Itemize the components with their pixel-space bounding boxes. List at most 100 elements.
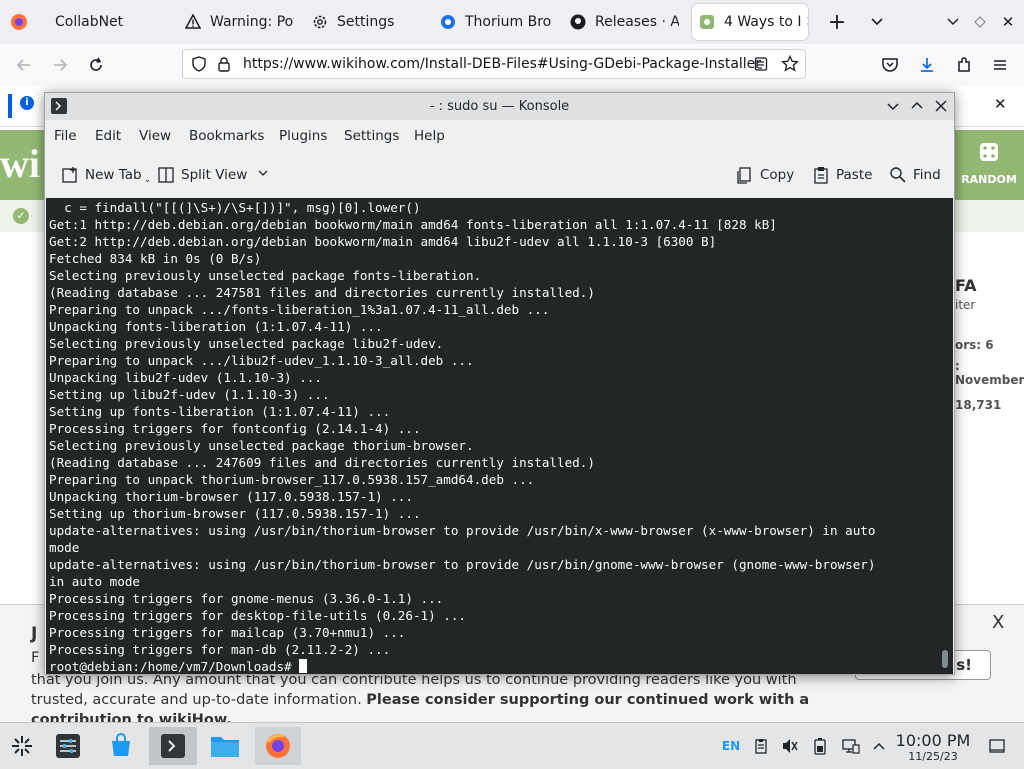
terminal-line: Processing triggers for fontconfig (2.14… <box>49 421 421 436</box>
downloads-icon[interactable] <box>913 51 941 79</box>
find-button[interactable]: Find <box>889 164 941 186</box>
menu-edit[interactable]: Edit <box>95 128 121 144</box>
tab-label: Settings <box>337 14 395 30</box>
file-manager-icon[interactable] <box>203 727 247 765</box>
clock[interactable]: 10:00 PM 11/25/23 <box>890 732 976 764</box>
terminal-line: Setting up libu2f-udev (1.1.10-3) ... <box>49 387 330 402</box>
menu-settings[interactable]: Settings <box>344 128 399 144</box>
maximize-icon[interactable] <box>909 98 925 118</box>
wikihow-logo[interactable]: wi <box>0 140 40 187</box>
terminal-line: update-alternatives: using /usr/bin/thor… <box>49 557 876 572</box>
shield-icon[interactable] <box>191 56 207 76</box>
copy-button[interactable]: Copy <box>736 164 794 186</box>
maximize-window-icon[interactable] <box>966 8 994 36</box>
split-view-icon <box>157 166 175 184</box>
menu-help[interactable]: Help <box>414 128 445 144</box>
tab-label: Thorium Brow <box>465 14 551 30</box>
check-icon: ✓ <box>13 208 29 224</box>
url-text: https://www.wikihow.com/Install-DEB-File… <box>243 56 762 72</box>
close-icon[interactable] <box>933 98 949 118</box>
volume-muted-icon[interactable] <box>779 731 801 761</box>
clipboard-icon[interactable] <box>750 731 772 761</box>
search-icon <box>889 166 907 184</box>
terminal-line: Processing triggers for mailcap (3.70+nm… <box>49 625 406 640</box>
donation-close-button[interactable]: X <box>992 612 1004 633</box>
tab-thorium[interactable]: Thorium Brow <box>439 0 551 44</box>
new-tab-label: New Tab <box>85 167 142 183</box>
konsole-menubar: File Edit View Bookmarks Plugins Setting… <box>45 120 954 152</box>
taskbar: EN 10:00 PM 11/25/23 <box>0 722 1024 769</box>
chevron-down-icon <box>257 167 269 183</box>
minimize-window-icon[interactable] <box>939 8 967 36</box>
gear-icon <box>311 13 329 31</box>
konsole-task[interactable] <box>149 727 197 765</box>
network-icon[interactable] <box>839 731 863 761</box>
battery-icon[interactable] <box>809 731 831 761</box>
copy-icon <box>736 166 754 184</box>
tab-wikihow[interactable]: 4 Ways to I ✕ <box>692 4 808 40</box>
terminal-line: Fetched 834 kB in 0s (0 B/s) <box>49 251 262 266</box>
random-link[interactable]: RANDOM <box>958 136 1020 196</box>
terminal-line: Setting up thorium-browser (117.0.5938.1… <box>49 506 421 521</box>
terminal-output: c = findall("[[(]\S+)/\S+[])]", msg)[0].… <box>49 199 875 674</box>
app-launcher-icon[interactable] <box>0 727 44 765</box>
terminal-line: Processing triggers for desktop-file-uti… <box>49 608 467 623</box>
tab-collabnet[interactable]: CollabNet <box>55 0 165 44</box>
tab-releases[interactable]: Releases · Ale <box>569 0 679 44</box>
reader-view-icon[interactable] <box>753 56 769 76</box>
terminal-line: Selecting previously unselected package … <box>49 336 444 351</box>
menu-icon[interactable] <box>986 51 1014 79</box>
new-tab-button[interactable]: New Tab ⌄ <box>61 164 151 186</box>
close-tab-icon[interactable]: ✕ <box>806 14 808 30</box>
paste-button[interactable]: Paste <box>812 164 872 186</box>
show-desktop-icon[interactable] <box>986 731 1008 761</box>
menu-plugins[interactable]: Plugins <box>279 128 327 144</box>
tab-list-icon[interactable] <box>863 8 891 36</box>
terminal-view[interactable]: c = findall("[[(]\S+)/\S+[])]", msg)[0].… <box>46 198 953 674</box>
discover-store-icon[interactable] <box>99 727 143 765</box>
extensions-icon[interactable] <box>950 51 978 79</box>
minimize-icon[interactable] <box>885 98 901 118</box>
new-tab-button[interactable]: + <box>823 8 851 36</box>
find-label: Find <box>913 167 941 183</box>
konsole-titlebar[interactable]: - : sudo su — Konsole <box>45 93 954 120</box>
info-bar-close-icon[interactable]: ✕ <box>994 95 1007 113</box>
terminal-line: Selecting previously unselected package … <box>49 438 474 453</box>
pocket-icon[interactable] <box>876 51 904 79</box>
warning-icon <box>184 13 202 31</box>
paste-label: Paste <box>836 167 873 183</box>
github-icon <box>569 13 587 31</box>
prompt-text: root@debian:/home/vm7/Downloads# <box>49 659 300 674</box>
firefox-task[interactable] <box>255 727 301 765</box>
reload-button[interactable] <box>82 51 110 79</box>
forward-button[interactable] <box>46 51 74 79</box>
system-settings-icon[interactable] <box>46 727 90 765</box>
tab-settings[interactable]: Settings <box>311 0 421 44</box>
terminal-line: c = findall("[[(]\S+)/\S+[])]", msg)[0].… <box>49 200 421 215</box>
donation-text: that you join us. Any amount that you ca… <box>31 670 851 730</box>
menu-file[interactable]: File <box>54 128 77 144</box>
tab-warning[interactable]: Warning: Pote <box>184 0 294 44</box>
lock-icon[interactable] <box>217 56 231 76</box>
menu-view[interactable]: View <box>139 128 171 144</box>
new-tab-icon <box>61 166 79 184</box>
browser-tab-strip: CollabNet Warning: Pote Settings Thorium… <box>0 0 1024 45</box>
terminal-scrollbar[interactable] <box>942 650 948 668</box>
info-icon: i <box>20 96 34 110</box>
tab-label: 4 Ways to I <box>724 14 802 30</box>
chevron-down-icon: ⌄ <box>143 175 152 185</box>
split-view-label: Split View <box>181 167 248 183</box>
sidebar-text: 18,731 <box>955 398 1002 412</box>
split-view-button[interactable]: Split View <box>157 164 269 186</box>
terminal-prompt[interactable]: root@debian:/home/vm7/Downloads# <box>49 658 875 674</box>
random-label: RANDOM <box>961 173 1017 186</box>
bookmark-star-icon[interactable] <box>781 54 799 77</box>
keyboard-layout-indicator[interactable]: EN <box>720 731 742 761</box>
show-hidden-icons-icon[interactable] <box>869 731 889 761</box>
firefox-icon[interactable] <box>10 0 30 44</box>
url-bar[interactable]: https://www.wikihow.com/Install-DEB-File… <box>182 49 806 79</box>
menu-bookmarks[interactable]: Bookmarks <box>189 128 264 144</box>
close-window-icon[interactable]: ✕ <box>994 8 1022 36</box>
back-button[interactable] <box>10 51 38 79</box>
konsole-title: - : sudo su — Konsole <box>429 99 570 114</box>
